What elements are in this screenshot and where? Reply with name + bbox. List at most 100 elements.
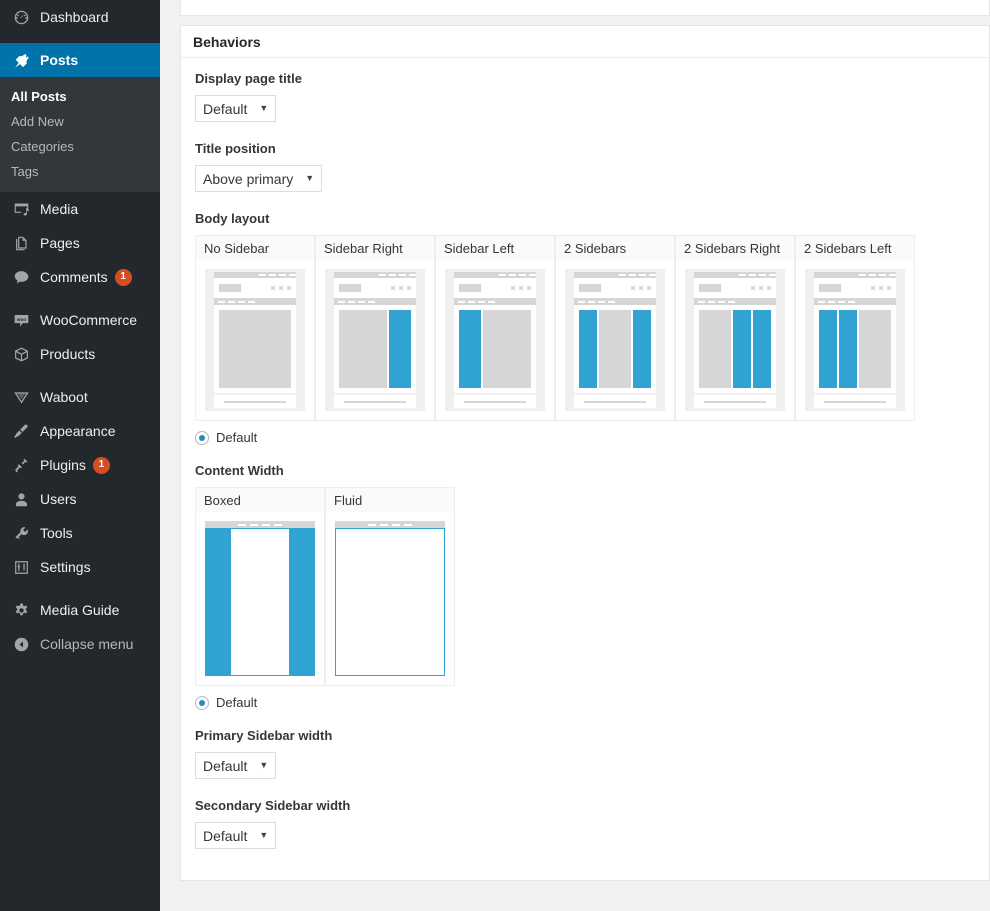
sidebar-item-woocommerce[interactable]: woo WooCommerce xyxy=(0,303,160,337)
sidebar-item-users[interactable]: Users xyxy=(0,482,160,516)
layout-no-sidebar[interactable]: No Sidebar xyxy=(195,235,315,421)
thumb-menu-dots xyxy=(627,286,651,290)
layout-2-sidebars-right-label[interactable]: 2 Sidebars Right xyxy=(675,235,795,260)
primary-sidebar-width-value: Default xyxy=(203,757,248,774)
thumb-footer xyxy=(814,395,896,408)
waboot-icon xyxy=(11,387,31,407)
content-width-default-radio[interactable]: Default xyxy=(195,695,975,710)
sidebar-item-count-badge: 1 xyxy=(92,456,110,474)
content-width-boxed-label[interactable]: Boxed xyxy=(195,487,325,512)
secondary-sidebar-width-label: Secondary Sidebar width xyxy=(195,798,351,813)
content-width-fluid-label[interactable]: Fluid xyxy=(325,487,455,512)
chevron-down-icon: ▼ xyxy=(305,173,315,183)
layout-2-sidebars-left[interactable]: 2 Sidebars Left xyxy=(795,235,915,421)
body-layout-default-radio[interactable]: Default xyxy=(195,430,975,445)
thumb-sidebar-column xyxy=(389,310,411,388)
thumb-logo xyxy=(219,284,241,292)
layout-sidebar-left-thumbnail[interactable] xyxy=(435,260,555,421)
thumb-logo xyxy=(339,284,361,292)
primary-sidebar-width-select[interactable]: Default ▼ xyxy=(195,752,277,779)
thumb-nav-bar xyxy=(694,298,776,305)
collapse-arrow-icon xyxy=(11,634,31,654)
submenu-item-add-new[interactable]: Add New xyxy=(0,109,160,134)
sidebar-item-plugins[interactable]: Plugins 1 xyxy=(0,448,160,482)
thumb-site-header xyxy=(214,278,296,298)
submenu-item-tags[interactable]: Tags xyxy=(0,159,160,184)
content-width-boxed-thumbnail[interactable] xyxy=(195,512,325,686)
thumb-main-region xyxy=(334,305,416,393)
panel-above-stub xyxy=(180,0,990,16)
layout-sidebar-right[interactable]: Sidebar Right xyxy=(315,235,435,421)
layout-2-sidebars-left-thumbnail[interactable] xyxy=(795,260,915,421)
submenu-item-all-posts[interactable]: All Posts xyxy=(0,84,160,109)
layout-2-sidebars-label[interactable]: 2 Sidebars xyxy=(555,235,675,260)
layout-2-sidebars[interactable]: 2 Sidebars xyxy=(555,235,675,421)
collapse-menu-button[interactable]: Collapse menu xyxy=(0,627,160,661)
thumb-body xyxy=(335,528,445,676)
layout-no-sidebar-thumbnail[interactable] xyxy=(195,260,315,421)
thumb-footer xyxy=(574,395,656,408)
thumb-browser-bar xyxy=(205,521,315,528)
media-icon xyxy=(11,199,31,219)
sidebar-item-tools[interactable]: Tools xyxy=(0,516,160,550)
layout-no-sidebar-label[interactable]: No Sidebar xyxy=(195,235,315,260)
pages-icon xyxy=(11,233,31,253)
sidebar-item-products[interactable]: Products xyxy=(0,337,160,371)
panel-title: Behaviors xyxy=(181,26,989,58)
secondary-sidebar-width-value: Default xyxy=(203,827,248,844)
sidebar-item-appearance[interactable]: Appearance xyxy=(0,414,160,448)
thumb-footer xyxy=(334,395,416,408)
sidebar-item-pages[interactable]: Pages xyxy=(0,226,160,260)
content-area: Behaviors Display page title Default ▼ T… xyxy=(160,0,990,911)
title-position-select[interactable]: Above primary ▼ xyxy=(195,165,323,192)
title-position-label: Title position xyxy=(195,141,276,156)
display-page-title-select[interactable]: Default ▼ xyxy=(195,95,277,122)
layout-2-sidebars-left-label[interactable]: 2 Sidebars Left xyxy=(795,235,915,260)
layout-2-sidebars-right-thumbnail[interactable] xyxy=(675,260,795,421)
sidebar-item-comments[interactable]: Comments 1 xyxy=(0,260,160,294)
layout-preview xyxy=(565,269,665,411)
gear-icon xyxy=(11,600,31,620)
layout-sidebar-right-label[interactable]: Sidebar Right xyxy=(315,235,435,260)
sidebar-item-media[interactable]: Media xyxy=(0,192,160,226)
content-width-boxed[interactable]: Boxed xyxy=(195,487,325,686)
thumb-footer xyxy=(214,395,296,408)
thumb-nav-bar xyxy=(334,298,416,305)
chevron-down-icon: ▼ xyxy=(259,103,269,113)
thumb-menu-dots xyxy=(387,286,411,290)
thumb-logo xyxy=(579,284,601,292)
body-layout-options: No Sidebar Sidebar Right Sidebar Left 2 Sid… xyxy=(195,235,975,421)
thumb-menu-dots xyxy=(507,286,531,290)
layout-preview xyxy=(445,269,545,411)
user-icon xyxy=(11,489,31,509)
content-width-fluid-thumbnail[interactable] xyxy=(325,512,455,686)
layout-sidebar-left-label[interactable]: Sidebar Left xyxy=(435,235,555,260)
content-width-default-label: Default xyxy=(216,695,258,710)
content-width-preview xyxy=(335,521,445,676)
sidebar-item-waboot[interactable]: Waboot xyxy=(0,380,160,414)
submenu-item-categories[interactable]: Categories xyxy=(0,134,160,159)
thumb-menu-dots xyxy=(267,286,291,290)
layout-2-sidebars-right[interactable]: 2 Sidebars Right xyxy=(675,235,795,421)
thumb-nav-bar xyxy=(454,298,536,305)
thumb-content-column xyxy=(599,310,631,388)
layout-sidebar-right-thumbnail[interactable] xyxy=(315,260,435,421)
display-page-title-value: Default xyxy=(203,100,248,117)
sidebar-item-dashboard[interactable]: Dashboard xyxy=(0,0,160,34)
thumb-content-column xyxy=(699,310,731,388)
sidebar-item-label: Users xyxy=(40,491,77,507)
sidebar-item-label: Plugins xyxy=(40,457,86,473)
content-width-fluid[interactable]: Fluid xyxy=(325,487,455,686)
secondary-sidebar-width-select[interactable]: Default ▼ xyxy=(195,822,277,849)
sidebar-item-posts[interactable]: Posts xyxy=(0,43,168,77)
thumb-sidebar-column xyxy=(839,310,857,388)
thumb-body xyxy=(205,528,315,676)
layout-preview xyxy=(805,269,905,411)
layout-sidebar-left[interactable]: Sidebar Left xyxy=(435,235,555,421)
sidebar-item-label: Pages xyxy=(40,235,80,251)
layout-preview xyxy=(685,269,785,411)
sidebar-item-label: WooCommerce xyxy=(40,312,137,328)
layout-2-sidebars-thumbnail[interactable] xyxy=(555,260,675,421)
sidebar-item-settings[interactable]: Settings xyxy=(0,550,160,584)
sidebar-item-media-guide[interactable]: Media Guide xyxy=(0,593,160,627)
